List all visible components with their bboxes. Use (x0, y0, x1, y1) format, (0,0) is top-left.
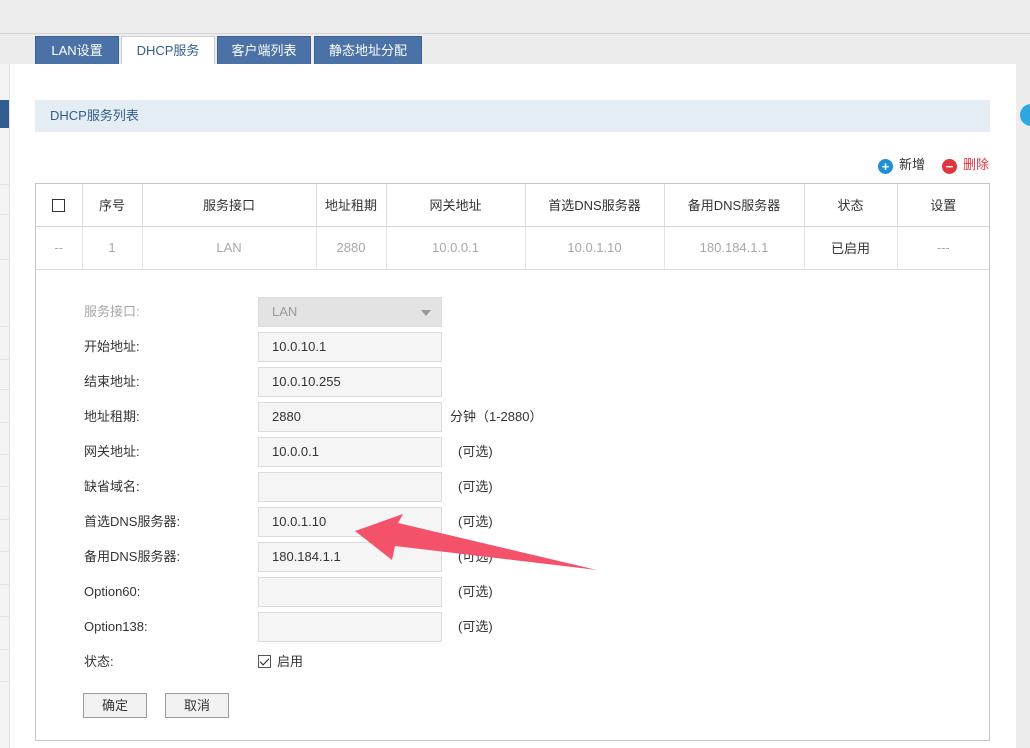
section-title: DHCP服务列表 (35, 100, 990, 132)
column-header-interface: 服务接口 (142, 184, 317, 227)
divider (0, 551, 9, 552)
column-header-lease: 地址租期 (316, 184, 387, 227)
gateway-label: 网关地址: (84, 444, 140, 459)
divider (0, 326, 9, 327)
cell-lease: 2880 (316, 226, 387, 270)
cell-status: 已启用 (804, 226, 898, 270)
end-address-label: 结束地址: (84, 374, 140, 389)
start-address-input[interactable]: 10.0.10.1 (258, 332, 442, 362)
enable-checkbox[interactable]: 启用 (258, 647, 303, 677)
secondary-dns-label: 备用DNS服务器: (84, 549, 181, 564)
primary-dns-label: 首选DNS服务器: (84, 514, 181, 529)
column-header-primary-dns: 首选DNS服务器 (525, 184, 665, 227)
cell-secondary-dns: 180.184.1.1 (664, 226, 805, 270)
divider (0, 584, 9, 585)
row-checkbox-placeholder: -- (36, 226, 83, 270)
form-row-domain: 缺省域名: (可选) (35, 472, 990, 502)
delete-button[interactable]: − 删除 (942, 156, 989, 174)
form-row-status: 状态: 启用 (35, 647, 990, 677)
form-row-lease: 地址租期: 2880 分钟（1-2880） (35, 402, 990, 432)
minus-circle-icon: − (942, 159, 957, 174)
left-nav-active-marker (0, 100, 9, 128)
primary-dns-input[interactable]: 10.0.1.10 (258, 507, 442, 537)
checkmark-icon (258, 655, 271, 668)
form-row-end-address: 结束地址: 10.0.10.255 (35, 367, 990, 397)
interface-select: LAN (258, 297, 442, 327)
optional-hint: (可选) (458, 549, 493, 564)
cancel-button[interactable]: 取消 (165, 693, 229, 718)
right-edge-strip (1016, 64, 1030, 748)
add-button[interactable]: + 新增 (878, 156, 925, 174)
column-header-status: 状态 (804, 184, 898, 227)
tab-bar: LAN设置 DHCP服务 客户端列表 静态地址分配 (0, 34, 1030, 66)
divider (0, 454, 9, 455)
interface-label: 服务接口: (84, 304, 140, 319)
ok-button[interactable]: 确定 (83, 693, 147, 718)
tab-static-address[interactable]: 静态地址分配 (314, 36, 422, 64)
form-row-option138: Option138: (可选) (35, 612, 990, 642)
tab-lan-settings[interactable]: LAN设置 (35, 36, 119, 64)
top-header-bar (0, 0, 1030, 34)
divider (0, 486, 9, 487)
table-row[interactable]: -- 1 LAN 2880 10.0.0.1 10.0.1.10 180.184… (36, 226, 989, 270)
delete-button-label: 删除 (963, 157, 990, 172)
table-header-row: 序号 服务接口 地址租期 网关地址 首选DNS服务器 备用DNS服务器 状态 设… (36, 184, 989, 227)
divider (0, 214, 9, 215)
tab-client-list[interactable]: 客户端列表 (217, 36, 311, 64)
divider (0, 649, 9, 650)
divider (0, 422, 9, 423)
form-row-start-address: 开始地址: 10.0.10.1 (35, 332, 990, 362)
divider (0, 616, 9, 617)
optional-hint: (可选) (458, 514, 493, 529)
end-address-input[interactable]: 10.0.10.255 (258, 367, 442, 397)
lease-input[interactable]: 2880 (258, 402, 442, 432)
cell-index: 1 (82, 226, 143, 270)
add-button-label: 新增 (899, 157, 926, 172)
divider (0, 259, 9, 260)
checkbox-icon (52, 199, 66, 213)
divider (0, 389, 9, 390)
cell-interface: LAN (142, 226, 317, 270)
cell-settings: --- (897, 226, 989, 270)
column-header-index: 序号 (82, 184, 143, 227)
form-row-secondary-dns: 备用DNS服务器: 180.184.1.1 (可选) (35, 542, 990, 572)
option138-input[interactable] (258, 612, 442, 642)
column-header-secondary-dns: 备用DNS服务器 (664, 184, 805, 227)
divider (0, 681, 9, 682)
secondary-dns-input[interactable]: 180.184.1.1 (258, 542, 442, 572)
lease-label: 地址租期: (84, 409, 140, 424)
column-header-gateway: 网关地址 (386, 184, 526, 227)
option60-label: Option60: (84, 584, 141, 599)
optional-hint: (可选) (458, 619, 493, 634)
optional-hint: (可选) (458, 479, 493, 494)
domain-input[interactable] (258, 472, 442, 502)
form-row-interface: 服务接口: LAN (35, 297, 990, 327)
tab-dhcp-service[interactable]: DHCP服务 (121, 36, 215, 66)
domain-label: 缺省域名: (84, 479, 140, 494)
option60-input[interactable] (258, 577, 442, 607)
left-nav-strip (0, 64, 10, 748)
column-header-settings: 设置 (897, 184, 989, 227)
divider (0, 359, 9, 360)
dhcp-edit-form: 服务接口: LAN 开始地址: 10.0.10.1 结束地址: 10.0.10.… (35, 270, 990, 740)
form-row-gateway: 网关地址: 10.0.0.1 (可选) (35, 437, 990, 467)
cell-primary-dns: 10.0.1.10 (525, 226, 665, 270)
status-label: 状态: (84, 654, 114, 669)
divider (0, 184, 9, 185)
option138-label: Option138: (84, 619, 148, 634)
form-row-option60: Option60: (可选) (35, 577, 990, 607)
optional-hint: (可选) (458, 584, 493, 599)
chevron-down-icon (421, 310, 431, 316)
cell-gateway: 10.0.0.1 (386, 226, 526, 270)
gateway-input[interactable]: 10.0.0.1 (258, 437, 442, 467)
plus-circle-icon: + (878, 159, 893, 174)
form-row-primary-dns: 首选DNS服务器: 10.0.1.10 (可选) (35, 507, 990, 537)
divider (0, 519, 9, 520)
lease-hint: 分钟（1-2880） (450, 409, 543, 424)
select-all-checkbox[interactable] (36, 184, 83, 227)
optional-hint: (可选) (458, 444, 493, 459)
interface-select-value: LAN (272, 304, 298, 319)
enable-checkbox-label: 启用 (277, 654, 304, 669)
start-address-label: 开始地址: (84, 339, 140, 354)
